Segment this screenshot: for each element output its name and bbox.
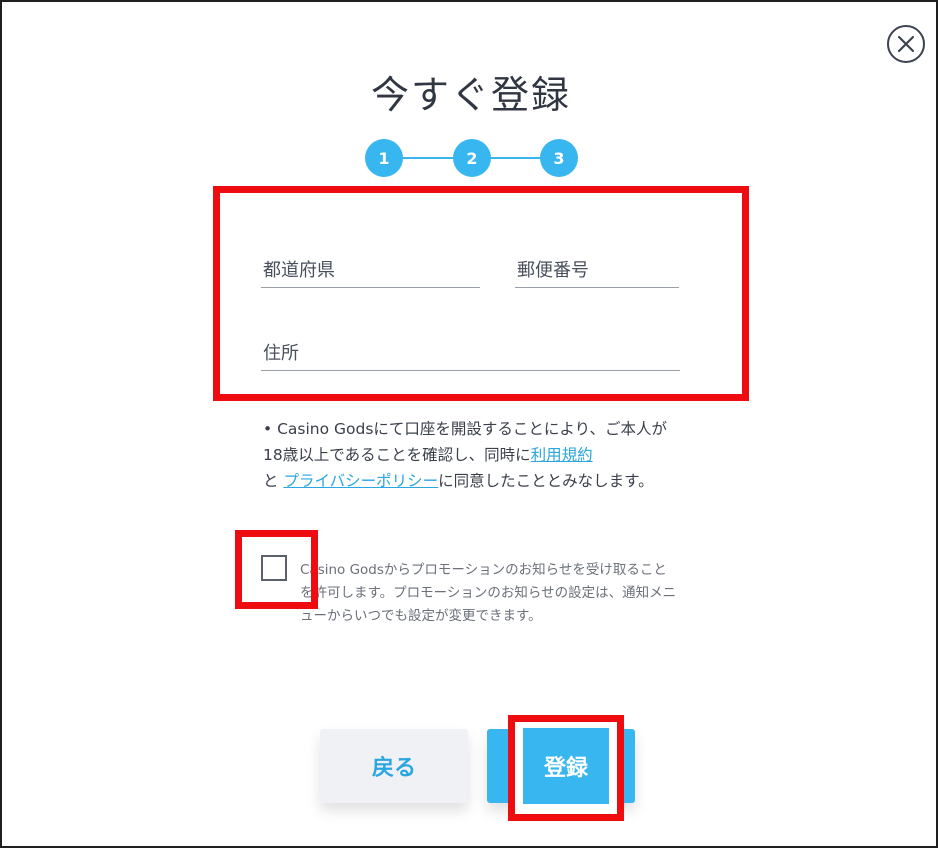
address-input[interactable] (261, 337, 680, 370)
step-connector (485, 157, 545, 159)
address-field (261, 337, 680, 371)
prefecture-input[interactable] (261, 254, 480, 287)
registration-dialog: 今すぐ登録 1 2 3 • Casino Godsにて口座を開設することにより、… (0, 0, 938, 848)
step-1: 1 (365, 139, 403, 177)
promo-consent-checkbox[interactable] (261, 555, 287, 581)
back-button[interactable]: 戻る (320, 729, 468, 803)
close-icon (897, 35, 915, 53)
step-2: 2 (453, 139, 491, 177)
postal-code-input[interactable] (515, 254, 679, 287)
step-indicator: 1 2 3 (365, 139, 579, 177)
close-button[interactable] (887, 25, 925, 63)
terms-suffix: に同意したこととみなします。 (438, 472, 654, 490)
register-button[interactable]: 登録 (523, 728, 609, 804)
privacy-policy-link[interactable]: プライバシーポリシー (283, 472, 438, 490)
promo-consent-label: Casino Godsからプロモーションのお知らせを受け取ることを許可します。プ… (300, 562, 677, 624)
prefecture-field (261, 254, 480, 288)
page-title: 今すぐ登録 (370, 73, 571, 117)
terms-notice: • Casino Godsにて口座を開設することにより、ご本人が18歳以上である… (263, 416, 683, 494)
terms-prefix: • Casino Godsにて口座を開設することにより、ご本人が18歳以上である… (263, 420, 667, 464)
postal-code-field (515, 254, 679, 288)
terms-of-use-link[interactable]: 利用規約 (531, 446, 593, 464)
step-connector (399, 157, 459, 159)
step-3: 3 (540, 139, 578, 177)
terms-mid: と (263, 472, 284, 490)
